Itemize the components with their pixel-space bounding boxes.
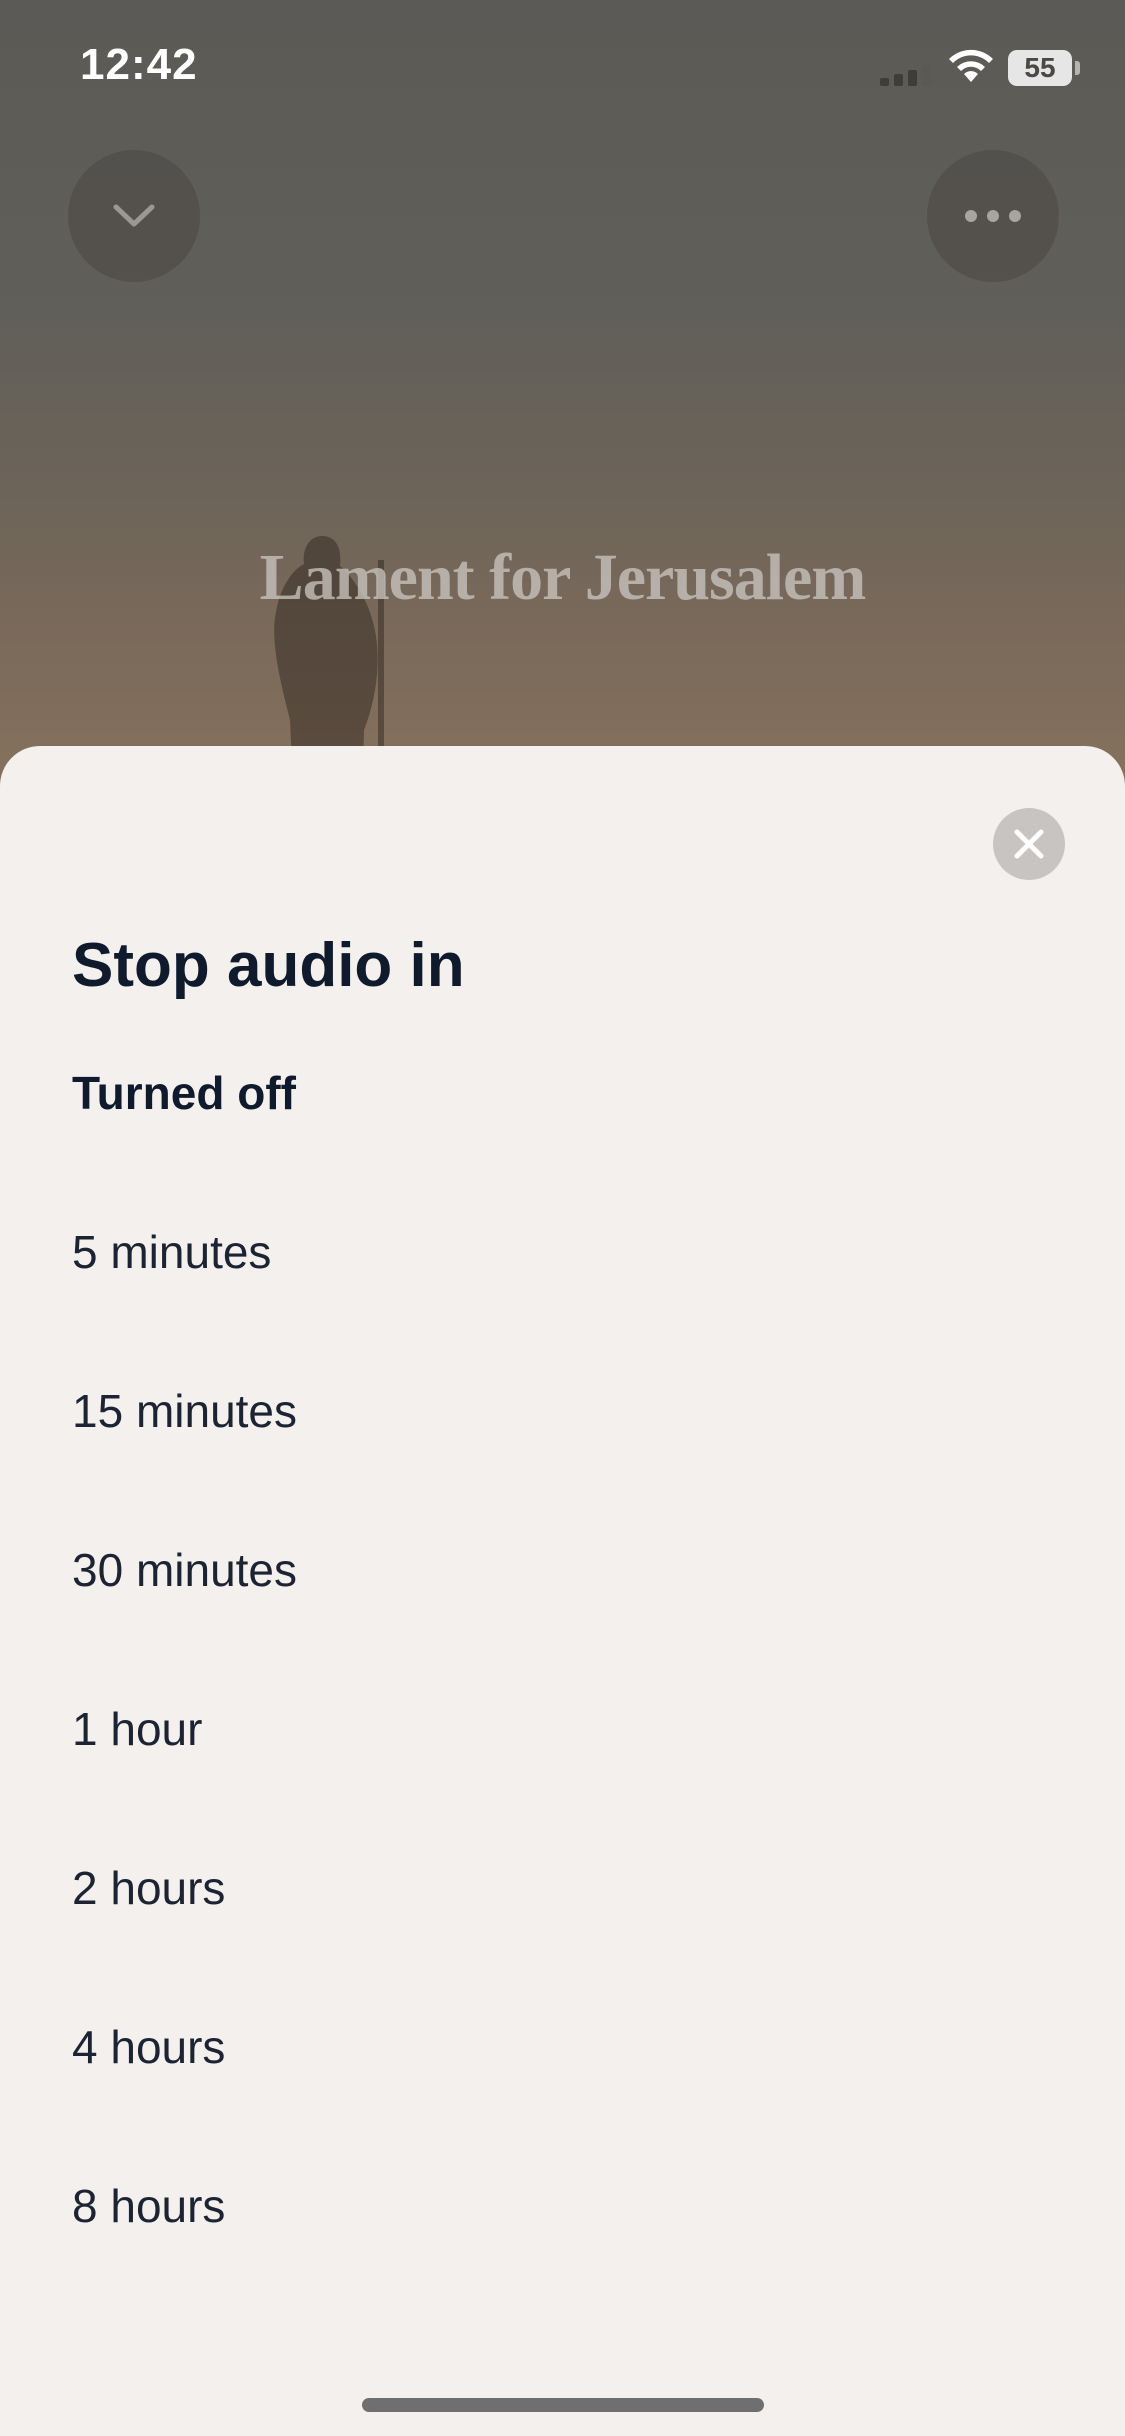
timer-option-label: 1 hour	[72, 1703, 203, 1755]
timer-option-15-minutes[interactable]: 15 minutes	[0, 1384, 1125, 1543]
timer-option-label: Turned off	[72, 1067, 296, 1119]
timer-option-label: 15 minutes	[72, 1385, 298, 1437]
more-options-button[interactable]	[927, 150, 1059, 282]
status-bar: 12:42 55	[0, 0, 1125, 130]
timer-option-1-hour[interactable]: 1 hour	[0, 1702, 1125, 1861]
cellular-signal-icon	[880, 66, 931, 86]
timer-option-label: 4 hours	[72, 2021, 226, 2073]
timer-option-label: 5 minutes	[72, 1226, 272, 1278]
battery-nub	[1075, 61, 1080, 75]
home-indicator[interactable]	[362, 2398, 764, 2412]
more-horizontal-icon	[965, 210, 1021, 222]
close-sheet-button[interactable]	[993, 808, 1065, 880]
episode-title: Lament for Jerusalem	[259, 541, 867, 614]
timer-options-list: Turned off 5 minutes 15 minutes 30 minut…	[0, 1066, 1125, 2338]
battery-level: 55	[1024, 52, 1056, 83]
close-icon	[1014, 829, 1044, 859]
chevron-down-icon	[113, 204, 155, 227]
timer-option-label: 2 hours	[72, 1862, 226, 1914]
sheet-title: Stop audio in	[72, 931, 465, 1000]
timer-option-8-hours[interactable]: 8 hours	[0, 2179, 1125, 2338]
timer-option-4-hours[interactable]: 4 hours	[0, 2020, 1125, 2179]
battery-icon: 55	[1008, 50, 1072, 86]
timer-option-turned-off[interactable]: Turned off	[0, 1066, 1125, 1225]
wifi-icon	[949, 49, 993, 82]
timer-option-5-minutes[interactable]: 5 minutes	[0, 1225, 1125, 1384]
collapse-player-button[interactable]	[68, 150, 200, 282]
timer-option-label: 30 minutes	[72, 1544, 298, 1596]
timer-option-30-minutes[interactable]: 30 minutes	[0, 1543, 1125, 1702]
timer-option-2-hours[interactable]: 2 hours	[0, 1861, 1125, 2020]
timer-option-label: 8 hours	[72, 2180, 226, 2232]
status-time: 12:42	[80, 40, 198, 89]
